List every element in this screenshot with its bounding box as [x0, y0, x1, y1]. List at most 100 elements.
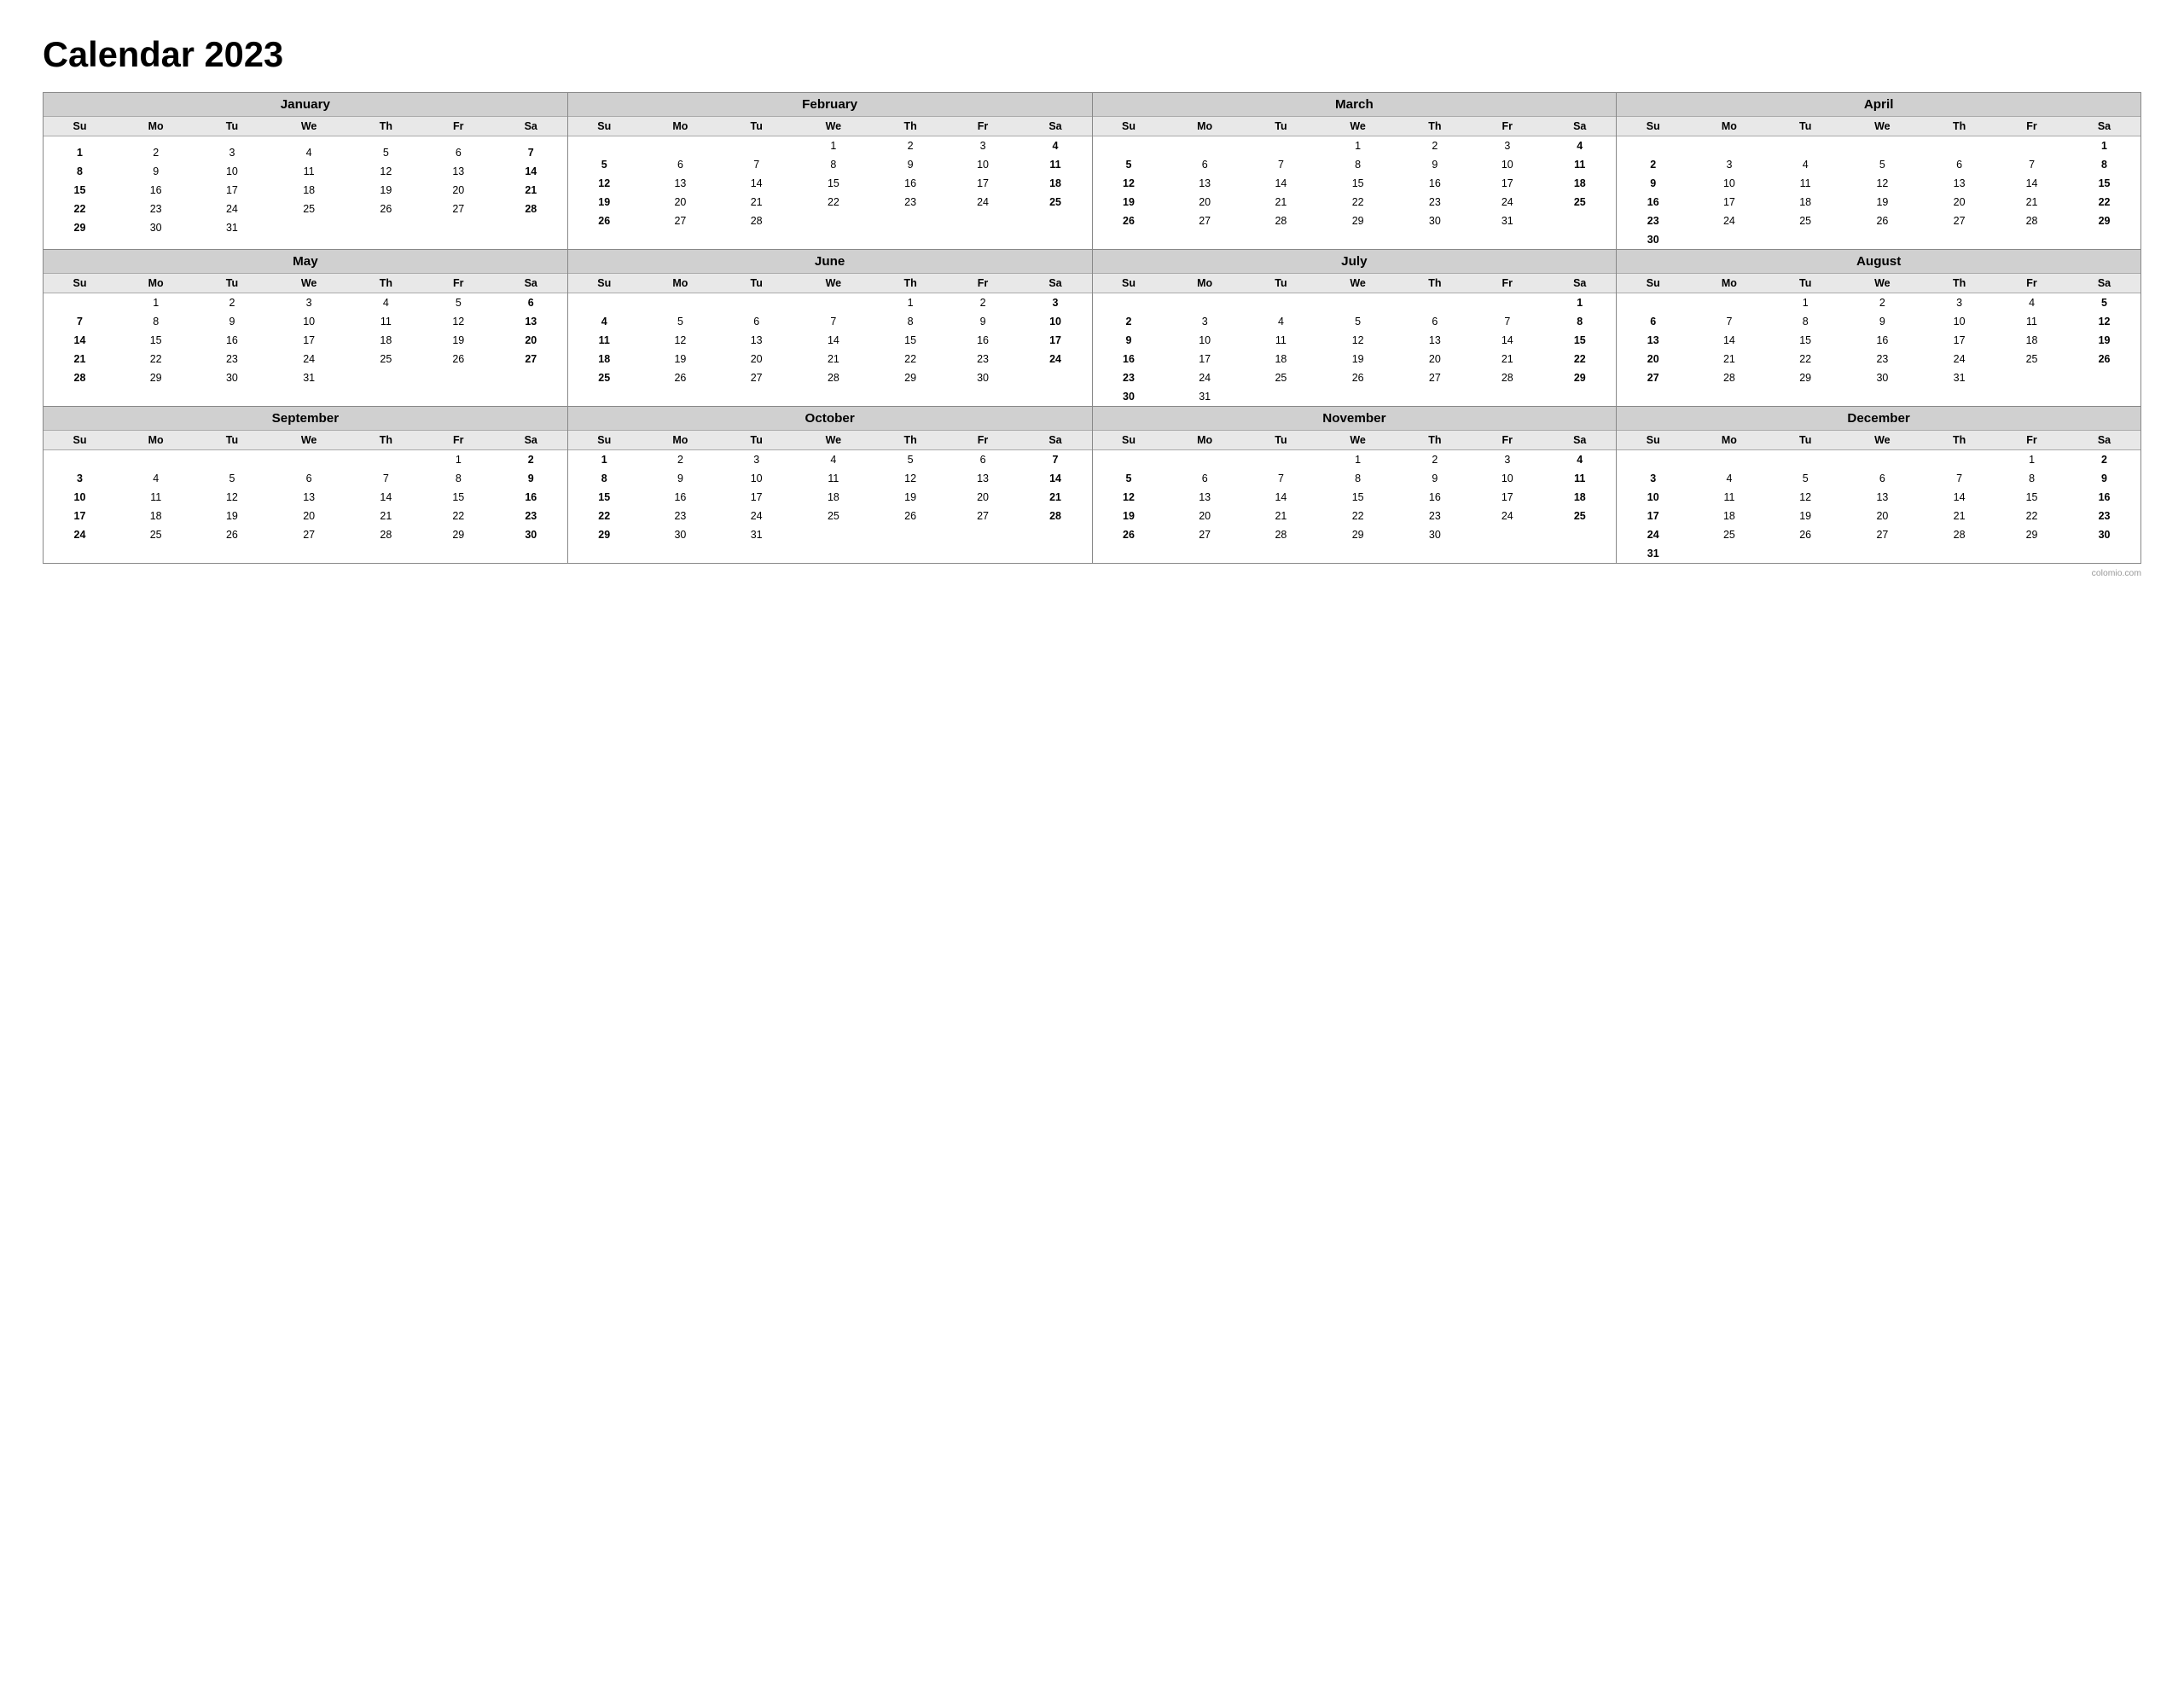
- calendar-day[interactable]: 20: [1842, 507, 1924, 525]
- calendar-day[interactable]: 26: [568, 212, 641, 230]
- calendar-day[interactable]: 28: [1245, 525, 1317, 544]
- calendar-day[interactable]: 9: [1617, 174, 1689, 193]
- calendar-day[interactable]: 29: [1317, 212, 1399, 230]
- calendar-day[interactable]: 31: [1617, 544, 1689, 563]
- calendar-day[interactable]: 24: [947, 193, 1019, 212]
- calendar-day[interactable]: 4: [116, 469, 196, 488]
- calendar-day[interactable]: 26: [1317, 368, 1399, 387]
- calendar-day[interactable]: 13: [947, 469, 1019, 488]
- calendar-day[interactable]: 28: [720, 212, 793, 230]
- calendar-day[interactable]: 29: [1317, 525, 1399, 544]
- calendar-day[interactable]: 24: [195, 200, 268, 218]
- calendar-day[interactable]: 23: [1617, 212, 1689, 230]
- calendar-day[interactable]: 25: [116, 525, 196, 544]
- calendar-day[interactable]: 16: [1398, 488, 1471, 507]
- calendar-day[interactable]: 25: [1769, 212, 1842, 230]
- calendar-day[interactable]: 16: [947, 331, 1019, 350]
- calendar-day[interactable]: 16: [116, 181, 196, 200]
- calendar-day[interactable]: 30: [641, 525, 721, 544]
- calendar-day[interactable]: 14: [1471, 331, 1543, 350]
- calendar-day[interactable]: 11: [1689, 488, 1769, 507]
- calendar-day[interactable]: 23: [641, 507, 721, 525]
- calendar-day[interactable]: 3: [720, 450, 793, 470]
- calendar-day[interactable]: 21: [1471, 350, 1543, 368]
- calendar-day[interactable]: 21: [1245, 193, 1317, 212]
- calendar-day[interactable]: 10: [947, 155, 1019, 174]
- calendar-day[interactable]: 22: [116, 350, 196, 368]
- calendar-day[interactable]: 29: [1769, 368, 1842, 387]
- calendar-day[interactable]: 12: [1317, 331, 1399, 350]
- calendar-day[interactable]: 14: [1689, 331, 1769, 350]
- calendar-day[interactable]: 23: [1398, 507, 1471, 525]
- calendar-day[interactable]: 1: [422, 450, 495, 470]
- calendar-day[interactable]: 15: [1317, 488, 1399, 507]
- calendar-day[interactable]: 12: [641, 331, 721, 350]
- calendar-day[interactable]: 24: [1923, 350, 1995, 368]
- calendar-day[interactable]: 16: [195, 331, 268, 350]
- calendar-day[interactable]: 20: [1398, 350, 1471, 368]
- calendar-day[interactable]: 8: [1317, 155, 1399, 174]
- calendar-day[interactable]: 26: [350, 200, 422, 218]
- calendar-day[interactable]: 3: [1923, 293, 1995, 313]
- calendar-day[interactable]: 15: [1995, 488, 2068, 507]
- calendar-day[interactable]: 22: [422, 507, 495, 525]
- calendar-day[interactable]: 21: [793, 350, 874, 368]
- calendar-day[interactable]: 23: [1398, 193, 1471, 212]
- calendar-day[interactable]: 10: [720, 469, 793, 488]
- calendar-day[interactable]: 12: [568, 174, 641, 193]
- calendar-day[interactable]: 4: [350, 293, 422, 313]
- calendar-day[interactable]: 15: [568, 488, 641, 507]
- calendar-day[interactable]: 26: [874, 507, 947, 525]
- calendar-day[interactable]: 20: [947, 488, 1019, 507]
- calendar-day[interactable]: 24: [1617, 525, 1689, 544]
- calendar-day[interactable]: 4: [1543, 136, 1616, 156]
- calendar-day[interactable]: 7: [1471, 312, 1543, 331]
- calendar-day[interactable]: 23: [495, 507, 567, 525]
- calendar-day[interactable]: 9: [641, 469, 721, 488]
- calendar-day[interactable]: 10: [1617, 488, 1689, 507]
- calendar-day[interactable]: 12: [1093, 488, 1165, 507]
- calendar-day[interactable]: 30: [1398, 212, 1471, 230]
- calendar-day[interactable]: 30: [1842, 368, 1924, 387]
- calendar-day[interactable]: 8: [874, 312, 947, 331]
- calendar-day[interactable]: 16: [2068, 488, 2140, 507]
- calendar-day[interactable]: 7: [1923, 469, 1995, 488]
- calendar-day[interactable]: 13: [641, 174, 721, 193]
- calendar-day[interactable]: 15: [422, 488, 495, 507]
- calendar-day[interactable]: 15: [874, 331, 947, 350]
- calendar-day[interactable]: 21: [44, 350, 116, 368]
- calendar-day[interactable]: 15: [2068, 174, 2140, 193]
- calendar-day[interactable]: 3: [1019, 293, 1092, 313]
- calendar-day[interactable]: 25: [1019, 193, 1092, 212]
- calendar-day[interactable]: 20: [1165, 507, 1245, 525]
- calendar-day[interactable]: 7: [1245, 469, 1317, 488]
- calendar-day[interactable]: 3: [195, 143, 268, 162]
- calendar-day[interactable]: 9: [116, 162, 196, 181]
- calendar-day[interactable]: 21: [1923, 507, 1995, 525]
- calendar-day[interactable]: 19: [1093, 507, 1165, 525]
- calendar-day[interactable]: 8: [422, 469, 495, 488]
- calendar-day[interactable]: 1: [116, 293, 196, 313]
- calendar-day[interactable]: 11: [793, 469, 874, 488]
- calendar-day[interactable]: 12: [1093, 174, 1165, 193]
- calendar-day[interactable]: 28: [1245, 212, 1317, 230]
- calendar-day[interactable]: 6: [495, 293, 567, 313]
- calendar-day[interactable]: 8: [568, 469, 641, 488]
- calendar-day[interactable]: 11: [568, 331, 641, 350]
- calendar-day[interactable]: 18: [1995, 331, 2068, 350]
- calendar-day[interactable]: 5: [1093, 155, 1165, 174]
- calendar-day[interactable]: 20: [1923, 193, 1995, 212]
- calendar-day[interactable]: 25: [1689, 525, 1769, 544]
- calendar-day[interactable]: 7: [793, 312, 874, 331]
- calendar-day[interactable]: 13: [1923, 174, 1995, 193]
- calendar-day[interactable]: 20: [495, 331, 567, 350]
- calendar-day[interactable]: 26: [2068, 350, 2140, 368]
- calendar-day[interactable]: 16: [1617, 193, 1689, 212]
- calendar-day[interactable]: 27: [720, 368, 793, 387]
- calendar-day[interactable]: 24: [1471, 507, 1543, 525]
- calendar-day[interactable]: 24: [1019, 350, 1092, 368]
- calendar-day[interactable]: 6: [1842, 469, 1924, 488]
- calendar-day[interactable]: 6: [268, 469, 350, 488]
- calendar-day[interactable]: 24: [268, 350, 350, 368]
- calendar-day[interactable]: 8: [793, 155, 874, 174]
